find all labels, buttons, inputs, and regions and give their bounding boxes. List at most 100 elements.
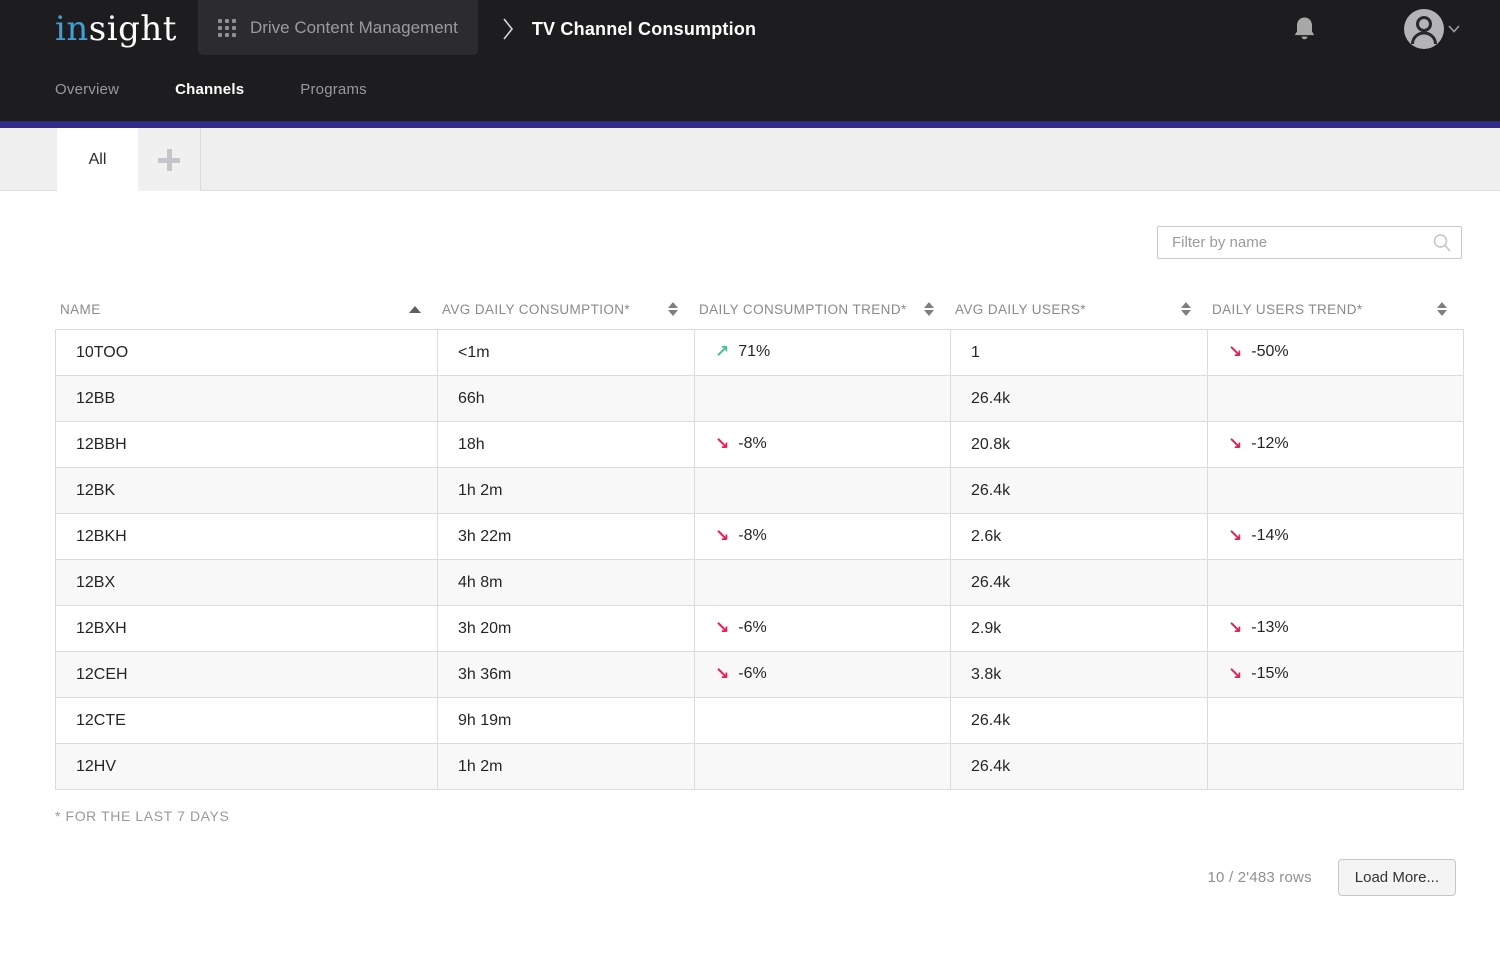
grid-icon <box>218 19 236 37</box>
topbar-row: insight Drive Content Management TV Chan… <box>0 0 1500 58</box>
table-row[interactable]: 12BB 66h 26.4k <box>56 376 1464 422</box>
table-row[interactable]: 12BK 1h 2m 26.4k <box>56 468 1464 514</box>
cell-avg-daily-consumption: 3h 22m <box>438 514 695 560</box>
cell-avg-daily-consumption: 3h 20m <box>438 606 695 652</box>
notifications-button[interactable] <box>1293 16 1316 42</box>
logo-text-sight: sight <box>89 9 177 49</box>
cell-users-trend: ↘ -12% <box>1208 422 1464 468</box>
cell-consumption-trend: ↗ 71% <box>695 330 951 376</box>
table-footnote: * FOR THE LAST 7 DAYS <box>55 808 1500 824</box>
table-row[interactable]: 12CEH 3h 36m ↘ -6% 3.8k ↘ -15% <box>56 652 1464 698</box>
cell-name: 12BXH <box>56 606 438 652</box>
cell-avg-daily-users: 1 <box>951 330 1208 376</box>
sort-icon <box>668 302 678 316</box>
sort-icon <box>924 302 934 316</box>
trend-arrow-icon: ↘ <box>1228 666 1242 683</box>
cell-users-trend: ↘ -50% <box>1208 330 1464 376</box>
table-row[interactable]: 12BX 4h 8m 26.4k <box>56 560 1464 606</box>
cell-consumption-trend: ↘ -6% <box>695 652 951 698</box>
column-header-name[interactable]: NAME <box>55 302 437 317</box>
column-header-avg-daily-consumption[interactable]: AVG DAILY CONSUMPTION* <box>437 302 694 317</box>
top-header: insight Drive Content Management TV Chan… <box>0 0 1500 121</box>
load-more-button[interactable]: Load More... <box>1338 859 1456 896</box>
table-row[interactable]: 10TOO <1m ↗ 71% 1 ↘ -50% <box>56 330 1464 376</box>
logo-text-in: in <box>55 9 89 49</box>
plus-icon <box>158 149 180 171</box>
table-row[interactable]: 12CTE 9h 19m 26.4k <box>56 698 1464 744</box>
breadcrumb-chevron-icon <box>502 17 514 41</box>
cell-name: 12HV <box>56 744 438 790</box>
view-tab-all[interactable]: All <box>57 128 138 191</box>
cell-name: 12BK <box>56 468 438 514</box>
column-header-daily-users-trend[interactable]: DAILY USERS TREND* <box>1207 302 1463 317</box>
cell-consumption-trend <box>695 744 951 790</box>
logo[interactable]: insight <box>55 12 177 46</box>
accent-bar <box>0 121 1500 128</box>
cell-avg-daily-consumption: 1h 2m <box>438 468 695 514</box>
sort-icon <box>1437 302 1447 316</box>
cell-avg-daily-users: 20.8k <box>951 422 1208 468</box>
column-header-daily-consumption-trend[interactable]: DAILY CONSUMPTION TREND* <box>694 302 950 317</box>
chevron-down-icon <box>1448 25 1460 33</box>
channels-table: NAME AVG DAILY CONSUMPTION* DAILY CONSUM… <box>55 289 1463 790</box>
table-header-row: NAME AVG DAILY CONSUMPTION* DAILY CONSUM… <box>55 289 1463 329</box>
trend-arrow-icon: ↘ <box>715 620 729 637</box>
trend-arrow-icon: ↗ <box>715 344 729 361</box>
cell-name: 12BB <box>56 376 438 422</box>
cell-users-trend <box>1208 376 1464 422</box>
table-footer: 10 / 2'483 rows Load More... <box>0 859 1456 896</box>
filter-box <box>1157 226 1462 259</box>
trend-arrow-icon: ↘ <box>715 436 729 453</box>
cell-avg-daily-users: 26.4k <box>951 744 1208 790</box>
view-tab-strip: All <box>0 128 1500 191</box>
user-menu[interactable] <box>1404 9 1460 49</box>
table-row[interactable]: 12BXH 3h 20m ↘ -6% 2.9k ↘ -13% <box>56 606 1464 652</box>
topbar-right <box>1293 9 1500 49</box>
trend-arrow-icon: ↘ <box>715 528 729 545</box>
page-title: TV Channel Consumption <box>532 19 756 40</box>
filter-input[interactable] <box>1157 226 1462 259</box>
cell-users-trend <box>1208 698 1464 744</box>
nav-tab-channels[interactable]: Channels <box>175 81 244 98</box>
cell-consumption-trend <box>695 698 951 744</box>
search-icon <box>1432 233 1452 258</box>
cell-consumption-trend: ↘ -8% <box>695 422 951 468</box>
trend-arrow-icon: ↘ <box>715 666 729 683</box>
table-row[interactable]: 12BKH 3h 22m ↘ -8% 2.6k ↘ -14% <box>56 514 1464 560</box>
cell-name: 12BKH <box>56 514 438 560</box>
cell-avg-daily-users: 26.4k <box>951 698 1208 744</box>
rows-count: 10 / 2'483 rows <box>1208 869 1312 886</box>
cell-consumption-trend: ↘ -6% <box>695 606 951 652</box>
nav-tab-programs[interactable]: Programs <box>300 81 367 98</box>
cell-consumption-trend <box>695 560 951 606</box>
cell-consumption-trend: ↘ -8% <box>695 514 951 560</box>
main-content: NAME AVG DAILY CONSUMPTION* DAILY CONSUM… <box>0 226 1500 896</box>
cell-avg-daily-users: 26.4k <box>951 468 1208 514</box>
cell-avg-daily-consumption: 66h <box>438 376 695 422</box>
cell-avg-daily-users: 26.4k <box>951 376 1208 422</box>
cell-consumption-trend <box>695 376 951 422</box>
cell-users-trend: ↘ -15% <box>1208 652 1464 698</box>
nav-tab-overview[interactable]: Overview <box>55 81 119 98</box>
cell-avg-daily-users: 2.6k <box>951 514 1208 560</box>
sort-icon <box>1181 302 1191 316</box>
table-row[interactable]: 12BBH 18h ↘ -8% 20.8k ↘ -12% <box>56 422 1464 468</box>
table-row[interactable]: 12HV 1h 2m 26.4k <box>56 744 1464 790</box>
trend-arrow-icon: ↘ <box>1228 620 1242 637</box>
cell-avg-daily-consumption: 9h 19m <box>438 698 695 744</box>
cell-avg-daily-consumption: 4h 8m <box>438 560 695 606</box>
cell-name: 12CEH <box>56 652 438 698</box>
cell-avg-daily-consumption: 1h 2m <box>438 744 695 790</box>
cell-avg-daily-consumption: <1m <box>438 330 695 376</box>
trend-arrow-icon: ↘ <box>1228 436 1242 453</box>
primary-nav: Overview Channels Programs <box>55 58 1500 121</box>
table-body: 10TOO <1m ↗ 71% 1 ↘ -50% 12BB 66h 26.4k … <box>56 330 1464 790</box>
sort-asc-icon <box>409 306 421 313</box>
avatar <box>1404 9 1444 49</box>
trend-arrow-icon: ↘ <box>1228 528 1242 545</box>
app-switcher-button[interactable]: Drive Content Management <box>198 0 478 55</box>
cell-name: 12BBH <box>56 422 438 468</box>
cell-consumption-trend <box>695 468 951 514</box>
add-view-tab-button[interactable] <box>138 128 201 191</box>
column-header-avg-daily-users[interactable]: AVG DAILY USERS* <box>950 302 1207 317</box>
